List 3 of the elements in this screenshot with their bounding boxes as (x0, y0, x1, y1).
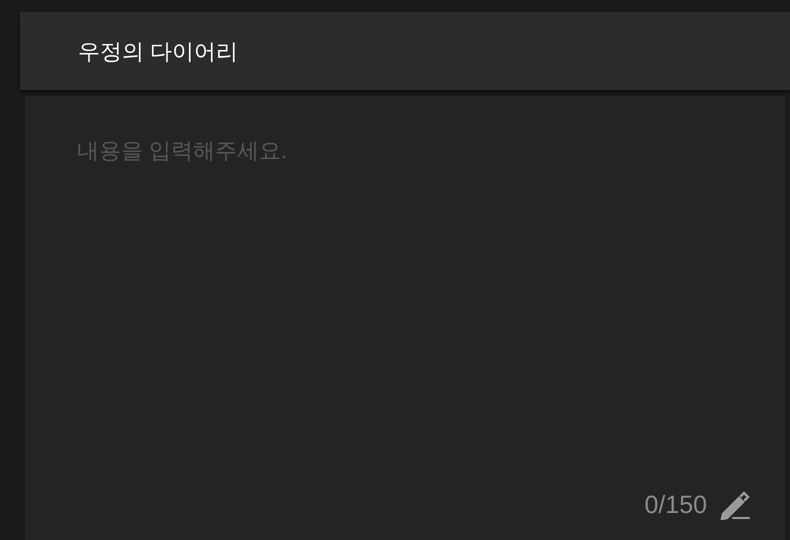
character-counter: 0/150 (644, 490, 707, 520)
diary-title: 우정의 다이어리 (78, 38, 238, 66)
pen-icon[interactable] (719, 490, 751, 520)
